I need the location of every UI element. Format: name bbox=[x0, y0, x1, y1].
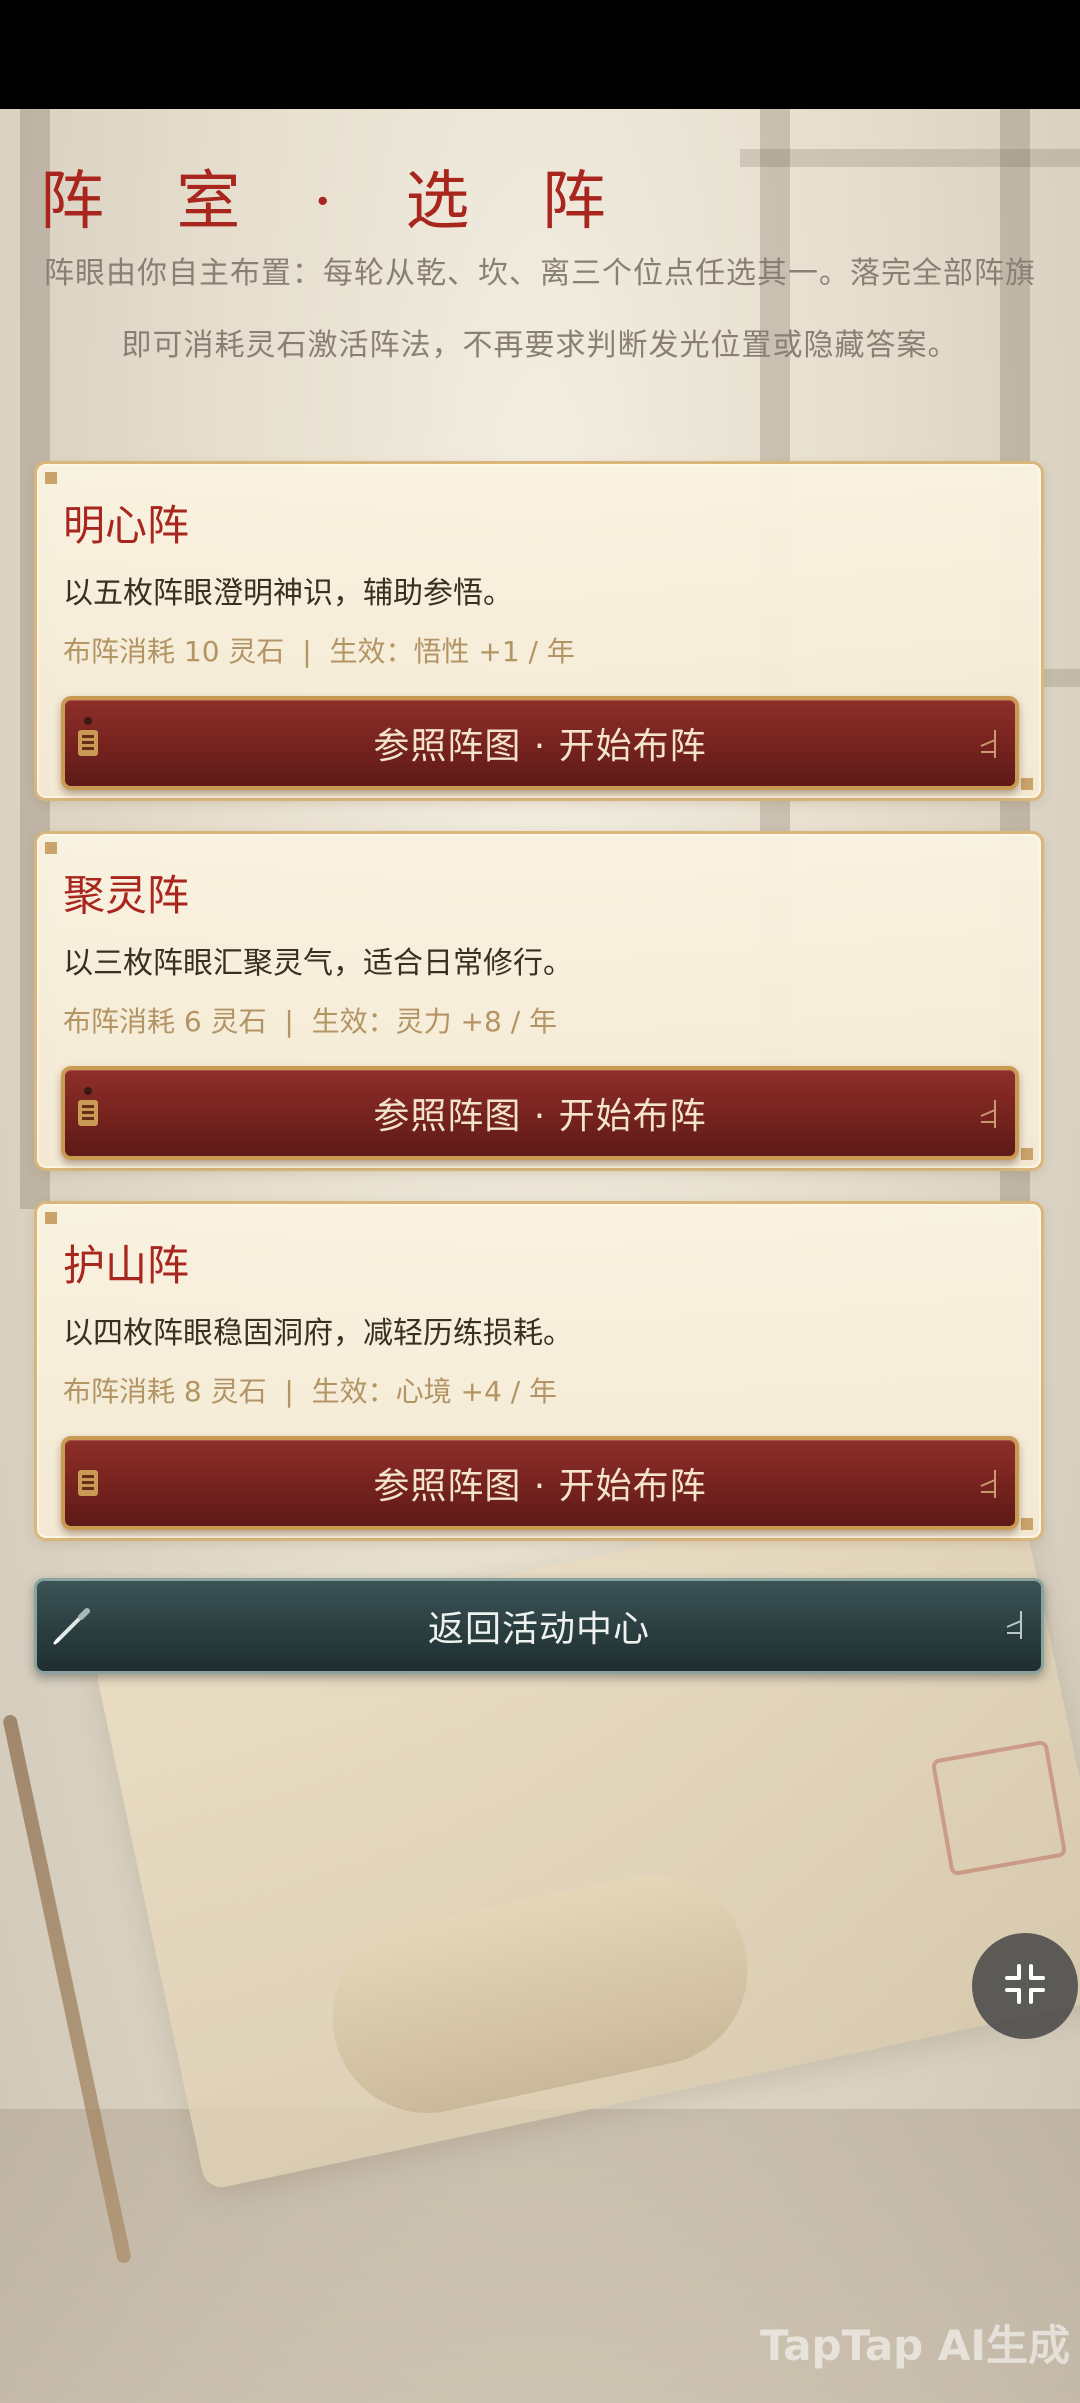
corner-ornament bbox=[1021, 778, 1033, 790]
corner-ornament bbox=[45, 1212, 57, 1224]
formation-name: 聚灵阵 bbox=[63, 871, 190, 920]
return-label: 返回活动中心 bbox=[427, 1609, 650, 1650]
formation-card-mingxin: 明心阵 以五枚阵眼澄明神识，辅助参悟。 布阵消耗 10 灵石 | 生效：悟性 +… bbox=[34, 461, 1044, 801]
page-title: 阵 室 · 选 阵 bbox=[40, 165, 632, 239]
collapse-arrows-icon bbox=[1003, 1962, 1047, 2010]
scroll-illustration bbox=[94, 1467, 1080, 2191]
corner-ornament bbox=[1021, 1148, 1033, 1160]
ai-watermark: TapTap AI生成 bbox=[759, 2320, 1070, 2370]
scroll-tag-icon bbox=[75, 716, 101, 766]
formation-cost-effect: 布阵消耗 6 灵石 | 生效：灵力 +8 / 年 bbox=[63, 1005, 558, 1038]
formation-cost-effect: 布阵消耗 8 灵石 | 生效：心境 +4 / 年 bbox=[63, 1375, 558, 1408]
tassel-icon bbox=[1003, 1605, 1027, 1645]
formation-description: 以四枚阵眼稳固洞府，减轻历练损耗。 bbox=[63, 1316, 573, 1351]
start-formation-label: 参照阵图 · 开始布阵 bbox=[373, 1096, 707, 1137]
start-formation-button[interactable]: 参照阵图 · 开始布阵 bbox=[61, 1066, 1019, 1160]
corner-ornament bbox=[45, 472, 57, 484]
return-activity-center-button[interactable]: 返回活动中心 bbox=[34, 1578, 1044, 1674]
formation-card-hushan: 护山阵 以四枚阵眼稳固洞府，减轻历练损耗。 布阵消耗 8 灵石 | 生效：心境 … bbox=[34, 1201, 1044, 1541]
scroll-tag-icon bbox=[75, 1456, 101, 1506]
collapse-fullscreen-button[interactable] bbox=[972, 1933, 1078, 2039]
corner-ornament bbox=[1021, 1518, 1033, 1530]
formation-description: 以五枚阵眼澄明神识，辅助参悟。 bbox=[63, 576, 513, 611]
formation-description: 以三枚阵眼汇聚灵气，适合日常修行。 bbox=[63, 946, 573, 981]
formation-name: 护山阵 bbox=[63, 1241, 190, 1290]
formation-card-juling: 聚灵阵 以三枚阵眼汇聚灵气，适合日常修行。 布阵消耗 6 灵石 | 生效：灵力 … bbox=[34, 831, 1044, 1171]
window-bar bbox=[740, 149, 1080, 167]
corner-ornament bbox=[45, 842, 57, 854]
tassel-icon bbox=[977, 1094, 1001, 1134]
seal-stamp-illustration bbox=[930, 1739, 1068, 1877]
intro-text: 阵眼由你自主布置：每轮从乾、坎、离三个位点任选其一。落完全部阵旗即可消耗灵石激活… bbox=[44, 256, 1036, 363]
formation-cost-effect: 布阵消耗 10 灵石 | 生效：悟性 +1 / 年 bbox=[63, 635, 575, 668]
start-formation-button[interactable]: 参照阵图 · 开始布阵 bbox=[61, 1436, 1019, 1530]
tassel-icon bbox=[977, 1464, 1001, 1504]
scroll-tag-icon bbox=[75, 1086, 101, 1136]
formation-name: 明心阵 bbox=[63, 501, 190, 550]
start-formation-button[interactable]: 参照阵图 · 开始布阵 bbox=[61, 696, 1019, 790]
start-formation-label: 参照阵图 · 开始布阵 bbox=[373, 1466, 707, 1507]
brush-pen-icon bbox=[51, 1605, 93, 1647]
start-formation-label: 参照阵图 · 开始布阵 bbox=[373, 726, 707, 767]
tassel-icon bbox=[977, 724, 1001, 764]
status-bar bbox=[0, 0, 1080, 109]
